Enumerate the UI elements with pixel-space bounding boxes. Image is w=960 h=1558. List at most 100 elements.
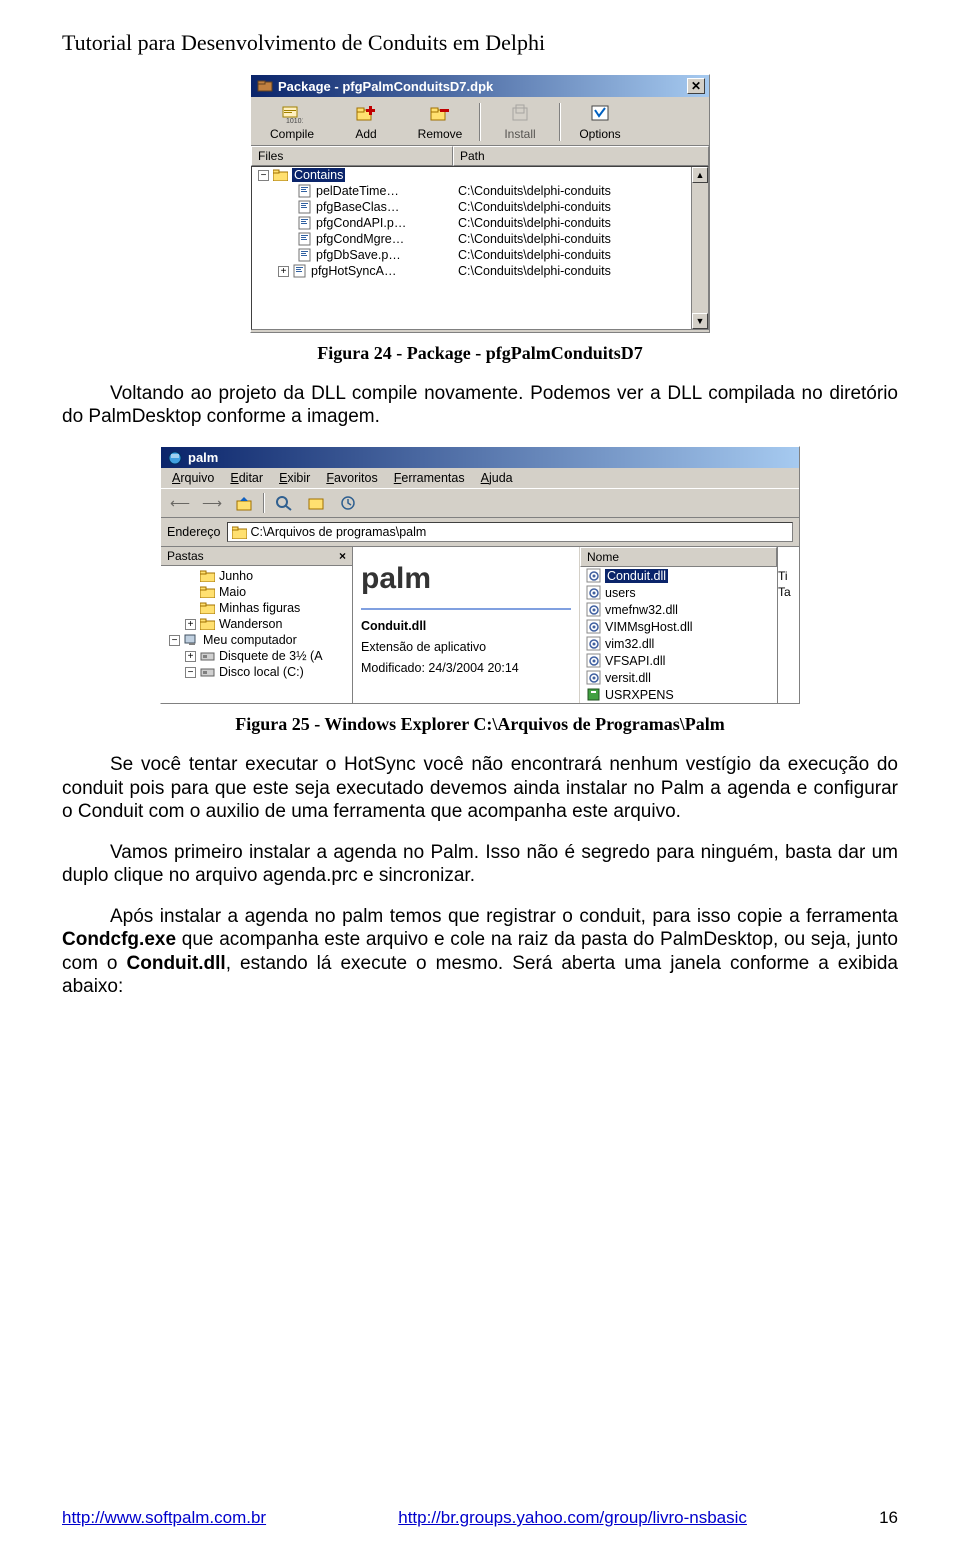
menu-editar[interactable]: Editar [223, 470, 270, 486]
paragraph-3: Vamos primeiro instalar a agenda no Palm… [62, 841, 898, 887]
expand-icon[interactable]: + [185, 651, 196, 662]
file-row[interactable]: vmefnw32.dll [580, 601, 777, 618]
folder-icon [200, 618, 215, 630]
tree-node[interactable]: − Disco local (C:) [163, 664, 350, 680]
file-name: Conduit.dll [605, 569, 668, 583]
pkg-scrollbar[interactable]: ▲ ▼ [691, 167, 708, 329]
address-input[interactable]: C:\Arquivos de programas\palm [227, 522, 793, 542]
page-footer: http://www.softpalm.com.br http://br.gro… [62, 1508, 898, 1528]
divider [361, 608, 571, 610]
root-label: Contains [292, 168, 345, 182]
file-row[interactable]: versit.dll [580, 669, 777, 686]
col-name[interactable]: Nome [580, 547, 777, 567]
pkg-file-row[interactable]: pfgCondMgre… [252, 231, 454, 247]
tree-node[interactable]: −Meu computador [163, 632, 350, 648]
pkg-file-row[interactable]: pfgBaseClas… [252, 199, 454, 215]
pkg-root-node[interactable]: − Contains [252, 167, 454, 183]
detail-kind: Extensão de aplicativo [361, 639, 571, 656]
pkg-file-row[interactable]: pfgDbSave.p… [252, 247, 454, 263]
nav-up-button[interactable] [231, 492, 257, 514]
palm-file-icon [586, 687, 601, 702]
dll-icon [586, 653, 601, 668]
collapse-icon[interactable]: − [258, 170, 269, 181]
compile-icon: 10101 [280, 103, 304, 125]
tree-node[interactable]: Maio [163, 584, 350, 600]
install-icon [508, 103, 532, 125]
pkg-titlebar: Package - pfgPalmConduitsD7.dpk ✕ [251, 75, 709, 97]
pkg-options-button[interactable]: Options [563, 101, 637, 143]
drive-icon [200, 666, 215, 678]
footer-link-1[interactable]: http://www.softpalm.com.br [62, 1508, 266, 1528]
doc-header: Tutorial para Desenvolvimento de Conduit… [62, 30, 898, 56]
menu-arquivo[interactable]: Arquivo [165, 470, 221, 486]
col-path[interactable]: Path [453, 146, 709, 166]
file-name: VFSAPI.dll [605, 654, 665, 668]
pkg-remove-button[interactable]: Remove [403, 101, 477, 143]
drive-icon [200, 650, 215, 662]
palm-logo: palm [361, 559, 571, 600]
paragraph-2: Se você tentar executar o HotSync você n… [62, 753, 898, 823]
scroll-up-icon[interactable]: ▲ [692, 167, 708, 183]
caption-2: Figura 25 - Windows Explorer C:\Arquivos… [62, 714, 898, 735]
pkg-file-row[interactable]: pfgCondAPI.p… [252, 215, 454, 231]
pkg-file-row[interactable]: + pfgHotSyncA… [252, 263, 454, 279]
tool-label: Options [579, 127, 620, 141]
menu-favoritos[interactable]: Favoritos [319, 470, 384, 486]
pas-file-icon [293, 264, 307, 278]
explorer-icon [167, 451, 183, 465]
address-label: Endereço [167, 525, 221, 539]
col-files[interactable]: Files [251, 146, 453, 166]
tree-label: Disquete de 3½ (A [219, 649, 323, 663]
file-row[interactable]: VFSAPI.dll [580, 652, 777, 669]
paragraph-4: Após instalar a agenda no palm temos que… [62, 905, 898, 998]
menu-exibir[interactable]: Exibir [272, 470, 317, 486]
toolbar-divider [263, 493, 265, 513]
file-name: users [605, 586, 636, 600]
file-name: VIMMsgHost.dll [605, 620, 693, 634]
tree-label: Wanderson [219, 617, 282, 631]
file-name: pfgHotSyncA… [311, 264, 396, 278]
tree-node[interactable]: Minhas figuras [163, 600, 350, 616]
expand-icon[interactable]: + [278, 266, 289, 277]
tree-node[interactable]: + Disquete de 3½ (A [163, 648, 350, 664]
pas-file-icon [298, 200, 312, 214]
file-name: pfgCondMgre… [316, 232, 404, 246]
file-name: pfgDbSave.p… [316, 248, 401, 262]
nav-search-button[interactable] [271, 492, 297, 514]
file-row[interactable]: users [580, 584, 777, 601]
scroll-down-icon[interactable]: ▼ [692, 313, 708, 329]
tree-title: Pastas [167, 549, 204, 563]
detail-filename: Conduit.dll [361, 618, 571, 635]
file-name: versit.dll [605, 671, 651, 685]
nav-back-button[interactable]: ⟵ [167, 492, 193, 514]
menu-ferramentas[interactable]: Ferramentas [387, 470, 472, 486]
footer-link-2[interactable]: http://br.groups.yahoo.com/group/livro-n… [398, 1508, 747, 1527]
pkg-install-button[interactable]: Install [483, 101, 557, 143]
file-row[interactable]: USRXPENS [580, 686, 777, 703]
tree-label: Minhas figuras [219, 601, 300, 615]
tree-node[interactable]: + Wanderson [163, 616, 350, 632]
collapse-icon[interactable]: − [185, 667, 196, 678]
menu-ajuda[interactable]: Ajuda [474, 470, 520, 486]
file-row[interactable]: VIMMsgHost.dll [580, 618, 777, 635]
pkg-compile-button[interactable]: 10101 Compile [255, 101, 329, 143]
dll-icon [586, 636, 601, 651]
toolbar-divider [559, 103, 561, 141]
tree-node[interactable]: Junho [163, 568, 350, 584]
dll-icon [586, 619, 601, 634]
pas-file-icon [298, 248, 312, 262]
file-name: vmefnw32.dll [605, 603, 678, 617]
expand-icon[interactable]: + [185, 619, 196, 630]
file-row[interactable]: vim32.dll [580, 635, 777, 652]
nav-fwd-button[interactable]: ⟶ [199, 492, 225, 514]
tree-close-icon[interactable]: × [339, 549, 346, 563]
explorer-nav: ⟵ ⟶ [161, 488, 799, 518]
collapse-icon[interactable]: − [169, 635, 180, 646]
nav-history-button[interactable] [335, 492, 361, 514]
pkg-file-row[interactable]: pelDateTime… [252, 183, 454, 199]
tree-label: Disco local (C:) [219, 665, 304, 679]
pkg-close-button[interactable]: ✕ [687, 78, 705, 94]
pkg-add-button[interactable]: Add [329, 101, 403, 143]
file-row[interactable]: Conduit.dll [580, 567, 777, 584]
nav-folders-button[interactable] [303, 492, 329, 514]
